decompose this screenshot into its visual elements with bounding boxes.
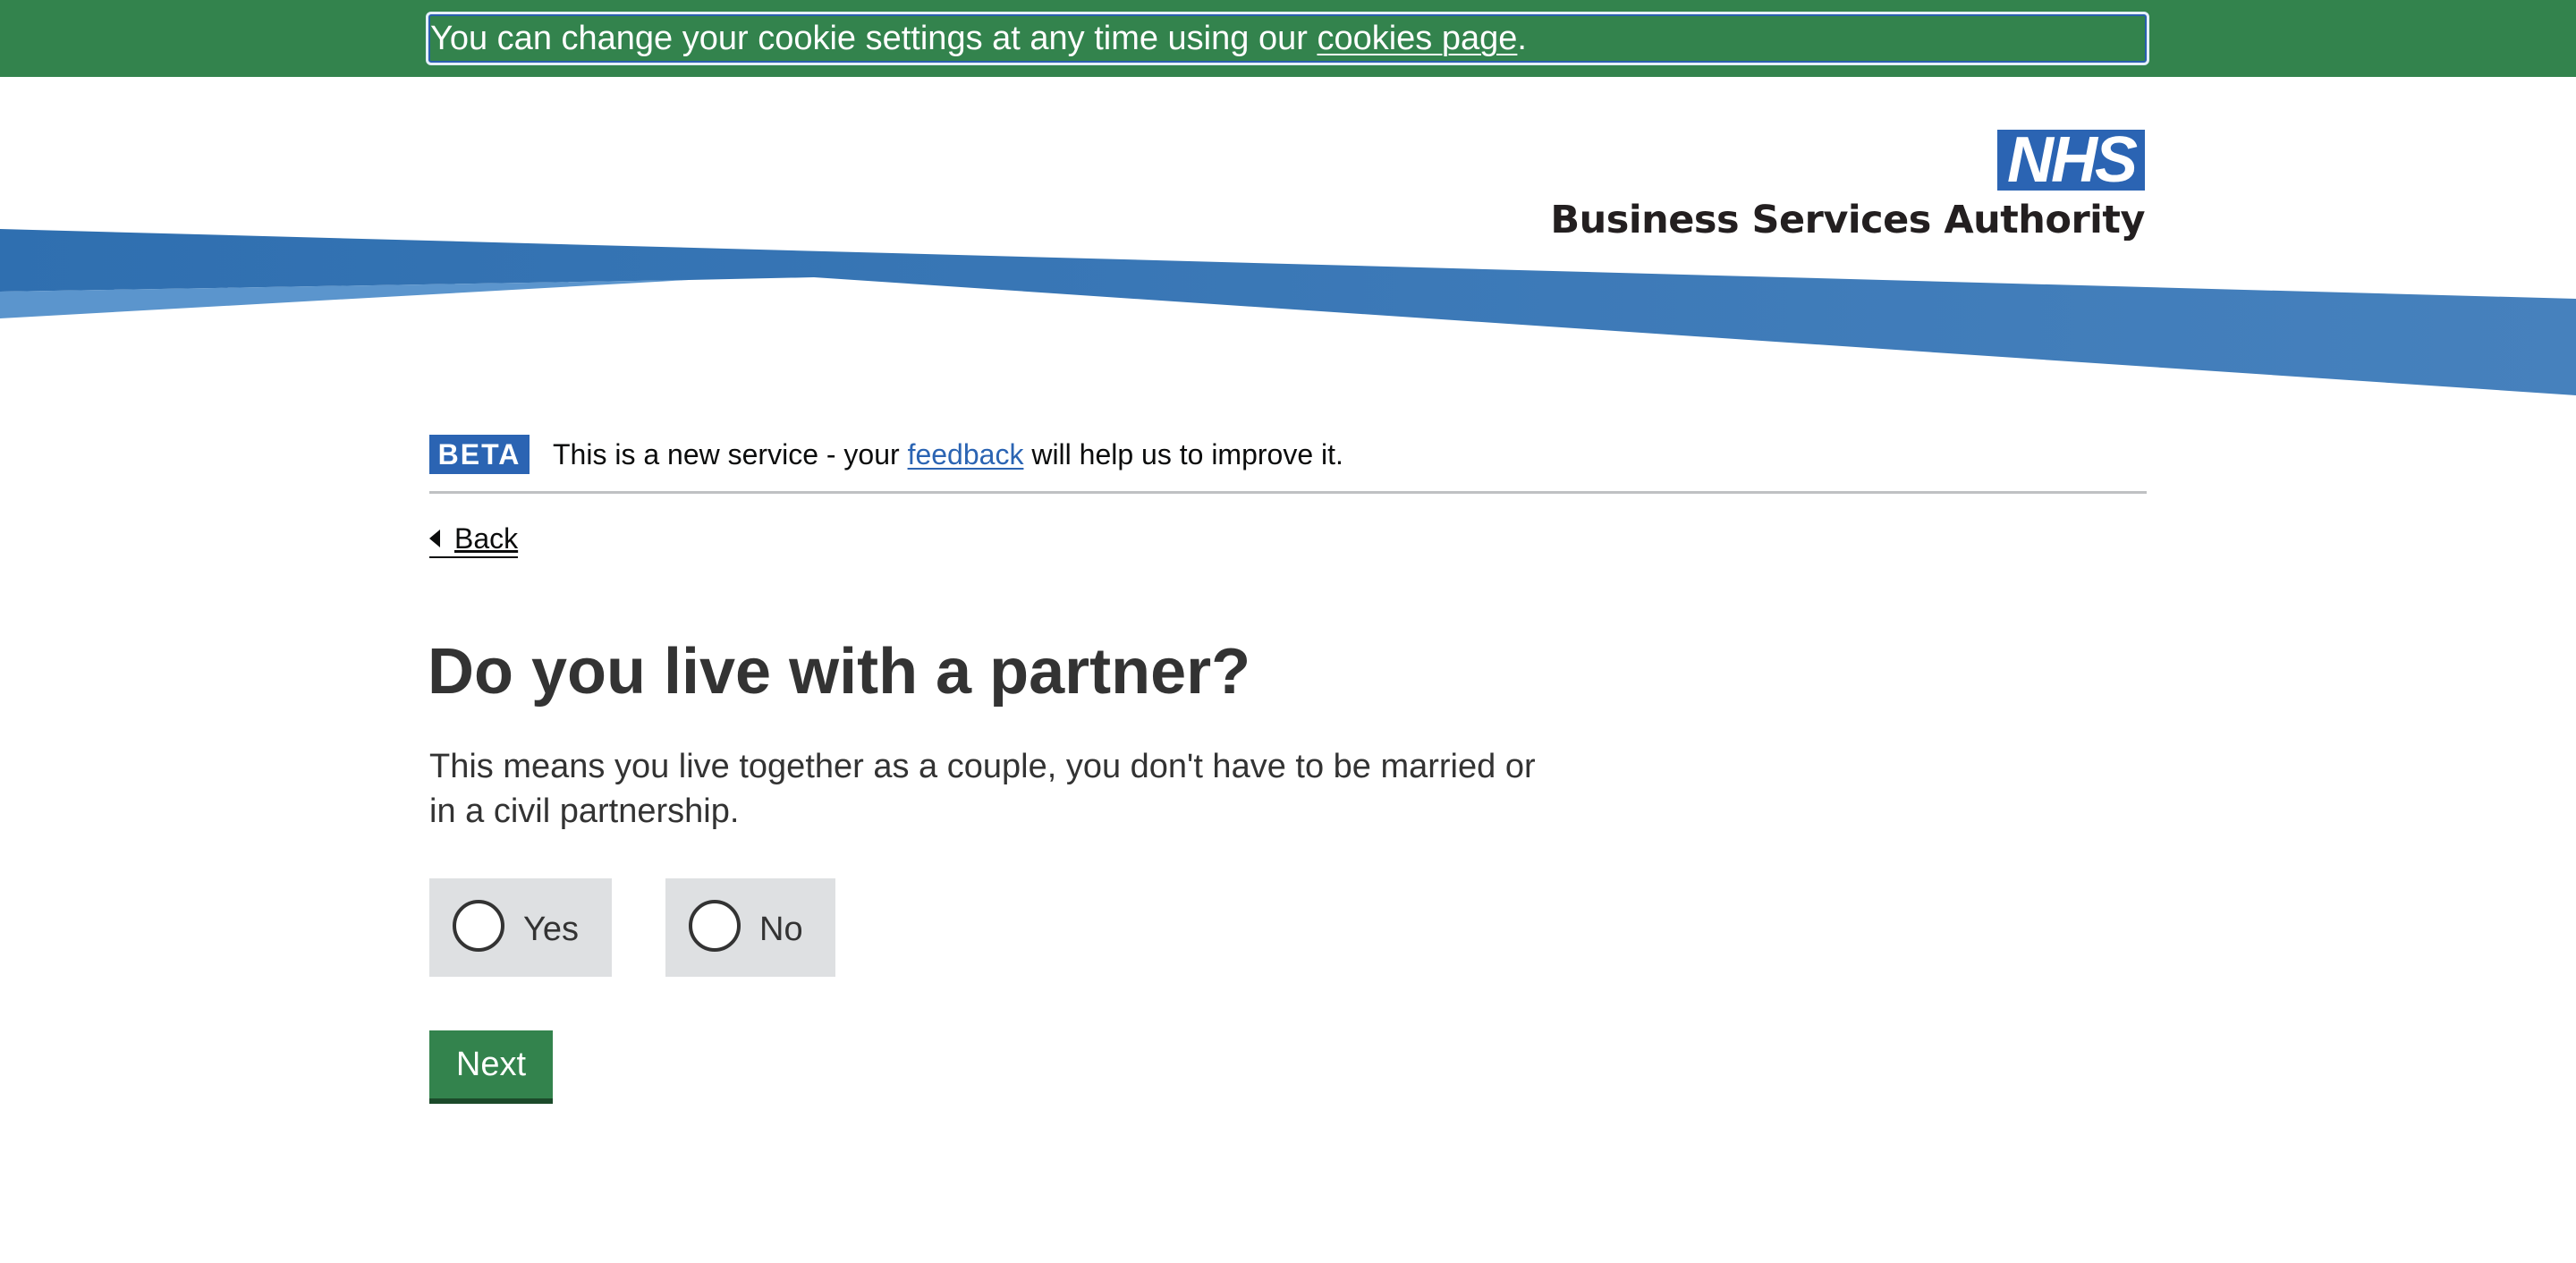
- cookie-message: You can change your cookie settings at a…: [426, 12, 2149, 65]
- header-swoosh-graphic: [0, 229, 2576, 395]
- organisation-name: Business Services Authority: [1550, 198, 2145, 242]
- site-header: NHS Business Services Authority: [0, 77, 2576, 408]
- chevron-left-icon: [429, 530, 440, 547]
- cookies-page-link[interactable]: cookies page: [1317, 20, 1517, 57]
- phase-text-before: This is a new service - your: [553, 438, 908, 470]
- phase-banner: BETA This is a new service - your feedba…: [429, 435, 2147, 494]
- cookie-text-after: .: [1517, 20, 1527, 57]
- next-button[interactable]: Next: [429, 1030, 553, 1104]
- back-link[interactable]: Back: [429, 519, 519, 558]
- phase-banner-text: This is a new service - your feedback wi…: [553, 435, 1343, 474]
- radio-label-yes: Yes: [523, 911, 579, 948]
- beta-tag: BETA: [429, 435, 530, 474]
- radio-option-yes[interactable]: Yes: [429, 878, 612, 977]
- page-title: Do you live with a partner?: [428, 636, 1251, 708]
- radio-label-no: No: [759, 911, 803, 948]
- cookie-text-before: You can change your cookie settings at a…: [430, 20, 1318, 57]
- cookie-banner: You can change your cookie settings at a…: [0, 0, 2576, 77]
- phase-text-after: will help us to improve it.: [1023, 438, 1343, 470]
- question-hint: This means you live together as a couple…: [429, 748, 1536, 830]
- radio-option-no[interactable]: No: [665, 878, 835, 977]
- feedback-link[interactable]: feedback: [908, 438, 1024, 470]
- radio-button-no[interactable]: [689, 900, 741, 952]
- nhs-logo-text: NHS: [2006, 124, 2138, 196]
- radio-button-yes[interactable]: [453, 900, 504, 952]
- nhs-logo[interactable]: NHS: [1997, 126, 2145, 194]
- back-link-label: Back: [454, 522, 519, 555]
